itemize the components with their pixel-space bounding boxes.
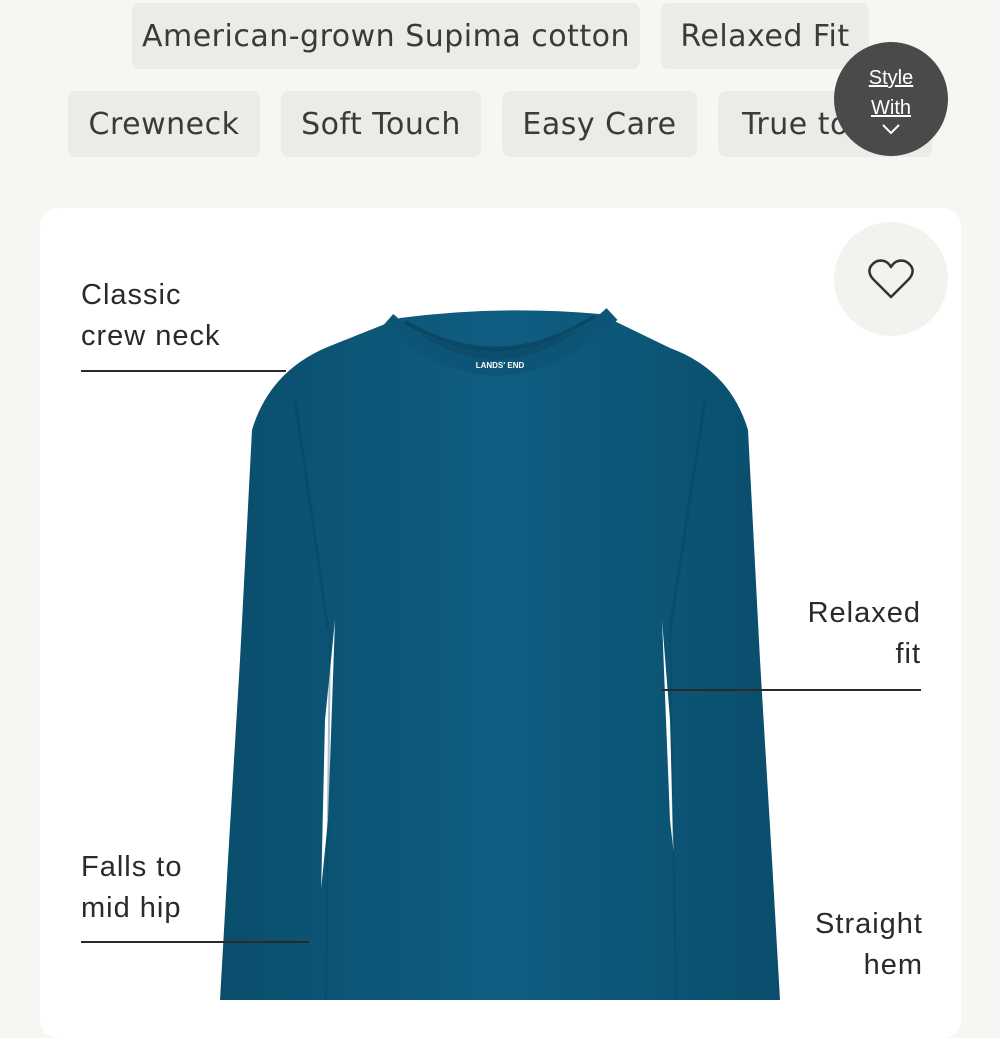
favorite-button[interactable] — [834, 222, 948, 336]
callout-crew-neck: Classic crew neck — [81, 279, 221, 352]
feature-chip-crewneck[interactable]: Crewneck — [68, 91, 260, 157]
callout-straight-hem: Straight hem — [815, 908, 923, 981]
callout-mid-hip: Falls to mid hip — [81, 851, 183, 924]
callout-relaxed-fit: Relaxed fit — [807, 597, 921, 670]
style-with-label-2: With — [871, 97, 911, 119]
feature-chip-easy-care[interactable]: Easy Care — [502, 91, 697, 157]
product-image: LANDS' END — [220, 308, 780, 1000]
feature-chip-supima-cotton[interactable]: American-grown Supima cotton — [132, 3, 640, 69]
callout-relaxed-fit-line — [662, 689, 921, 691]
feature-chip-relaxed-fit[interactable]: Relaxed Fit — [661, 3, 869, 69]
heart-icon — [868, 259, 914, 299]
style-with-button[interactable]: Style With — [834, 42, 948, 156]
brand-label: LANDS' END — [476, 361, 525, 370]
callout-mid-hip-line — [81, 941, 309, 943]
style-with-label-1: Style — [868, 67, 914, 89]
chevron-down-icon — [882, 124, 900, 135]
feature-chip-soft-touch[interactable]: Soft Touch — [281, 91, 481, 157]
callout-crew-neck-line — [81, 370, 286, 372]
